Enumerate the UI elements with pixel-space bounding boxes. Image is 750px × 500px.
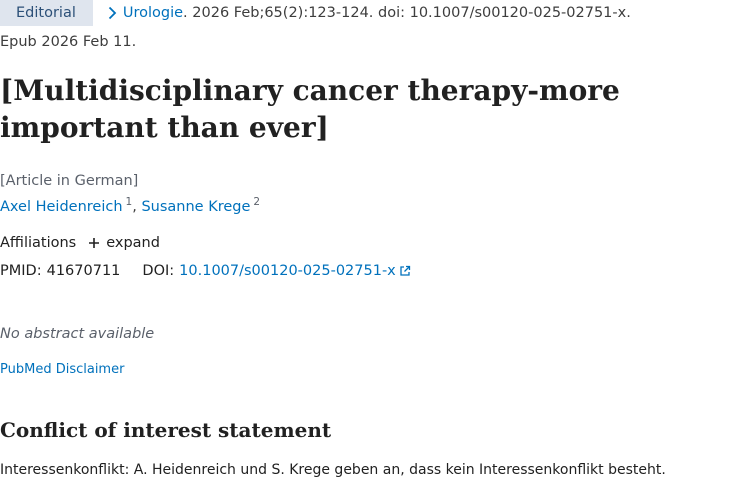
author-link[interactable]: Susanne Krege — [141, 199, 250, 215]
affiliation-ref[interactable]: 2 — [253, 196, 260, 208]
article-page: Editorial Urologie . 2026 Feb;65(2):123-… — [0, 0, 750, 500]
conflict-heading: Conflict of interest statement — [0, 418, 332, 442]
affiliations-label: Affiliations — [0, 235, 77, 251]
epub-date: Epub 2026 Feb 11. — [0, 34, 137, 50]
author-list: Axel Heidenreich 1, Susanne Krege 2 — [0, 196, 260, 215]
external-link-icon — [399, 265, 411, 277]
article-type-badge: Editorial — [0, 0, 93, 26]
chevron-right-icon — [105, 6, 119, 20]
citation-row: Editorial Urologie . 2026 Feb;65(2):123-… — [0, 0, 631, 26]
plus-icon — [88, 237, 100, 249]
identifiers-row: PMID: 41670711 DOI: 10.1007/s00120-025-0… — [0, 263, 411, 279]
pmid-value: 41670711 — [46, 263, 121, 279]
pubmed-disclaimer-link[interactable]: PubMed Disclaimer — [0, 362, 124, 377]
journal-link[interactable]: Urologie — [123, 5, 183, 21]
author-link[interactable]: Axel Heidenreich — [0, 199, 123, 215]
affiliations-expand-button[interactable]: expand — [76, 235, 160, 251]
affiliations-row: Affiliations expand — [0, 235, 160, 251]
expand-label: expand — [106, 235, 160, 251]
no-abstract-text: No abstract available — [0, 326, 155, 342]
doi-label: DOI: — [142, 263, 175, 279]
citation-details: . 2026 Feb;65(2):123-124. doi: 10.1007/s… — [183, 5, 631, 21]
conflict-text: Interessenkonflikt: A. Heidenreich und S… — [0, 462, 666, 478]
pmid-label: PMID: — [0, 263, 42, 279]
author-separator: , — [132, 198, 137, 215]
article-title: [Multidisciplinary cancer therapy-more i… — [0, 74, 620, 144]
doi-link[interactable]: 10.1007/s00120-025-02751-x — [179, 263, 396, 279]
article-language: [Article in German] — [0, 173, 139, 189]
